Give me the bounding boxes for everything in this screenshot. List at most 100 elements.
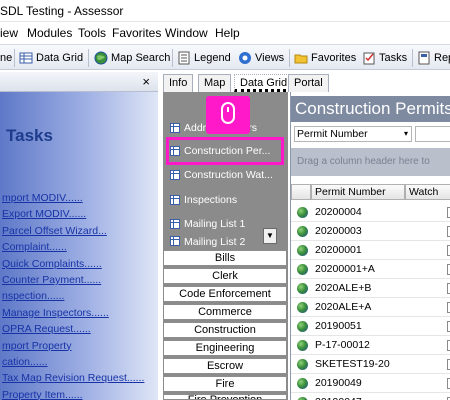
filter-row: Permit Number ▾: [291, 124, 450, 142]
category-bills[interactable]: Bills: [163, 250, 287, 266]
table-row[interactable]: 20200004: [291, 202, 450, 222]
toolbar-legend-button[interactable]: Legend: [177, 49, 231, 67]
grid-icon: [170, 195, 180, 205]
task-link-quick-complaints[interactable]: Quick Complaints......: [0, 258, 158, 274]
list-scroll-down-button[interactable]: ▼: [263, 228, 277, 244]
globe-icon: [297, 302, 308, 313]
toolbar-data-grid-label: Data Grid: [36, 52, 84, 64]
column-header-icon[interactable]: [291, 184, 311, 200]
permit-number: 2020ALE+B: [315, 282, 372, 294]
permit-number: 20200003: [315, 225, 362, 237]
grid-item-label: Construction Wat...: [184, 169, 273, 181]
filter-field-select[interactable]: Permit Number ▾: [294, 126, 412, 142]
globe-icon: [297, 207, 308, 218]
toolbar-separator: [412, 49, 413, 67]
table-row[interactable]: 2020ALE+B: [291, 278, 450, 298]
grid-item-label: Mailing List 1: [184, 218, 246, 230]
toolbar-favorites-label: Favorites: [311, 52, 357, 64]
task-link-counter-payment[interactable]: Counter Payment......: [0, 274, 158, 290]
task-link-import-modiv[interactable]: mport MODIV......: [0, 192, 158, 208]
table-row[interactable]: P-17-00012: [291, 335, 450, 355]
toolbar-home-label: ne: [0, 52, 13, 64]
grid-item-inspections[interactable]: Inspections: [170, 190, 288, 210]
folder-icon: [294, 54, 308, 64]
views-icon: [239, 52, 251, 64]
toolbar-tasks-button[interactable]: Tasks: [362, 49, 407, 67]
task-pane-title: Tasks: [6, 126, 53, 145]
category-engineering[interactable]: Engineering: [163, 340, 287, 356]
tab-map[interactable]: Map: [198, 74, 232, 92]
task-link-parcel-offset-wizard[interactable]: Parcel Offset Wizard...: [0, 225, 158, 241]
task-link-inspection[interactable]: nspection......: [0, 290, 158, 306]
category-commerce[interactable]: Commerce: [163, 304, 287, 320]
category-code-enforcement[interactable]: Code Enforcement: [163, 286, 287, 302]
table-row[interactable]: 20200001+A: [291, 259, 450, 279]
task-link-manage-inspectors[interactable]: Manage Inspectors......: [0, 307, 158, 323]
toolbar: ne Data Grid Map Search Legend Views Fav…: [0, 44, 450, 70]
tasks-icon: [363, 52, 375, 65]
table-row[interactable]: 20190049: [291, 373, 450, 393]
grid-item-construction-watch[interactable]: Construction Wat...: [170, 165, 288, 185]
menu-favorites[interactable]: Favorites: [112, 26, 161, 40]
column-header-permit-number[interactable]: Permit Number: [311, 184, 405, 200]
toolbar-views-button[interactable]: Views: [238, 49, 284, 67]
toolbar-home-button[interactable]: ne: [0, 49, 12, 67]
globe-icon: [297, 264, 308, 275]
category-clerk[interactable]: Clerk: [163, 268, 287, 284]
permit-number: 20190051: [315, 320, 362, 332]
close-icon[interactable]: ×: [142, 74, 150, 89]
task-link-tax-map-revision[interactable]: Tax Map Revision Request......: [0, 372, 158, 388]
menu-modules[interactable]: Modules: [27, 26, 72, 40]
menu-help[interactable]: Help: [215, 26, 240, 40]
filter-field-value: Permit Number: [297, 128, 368, 140]
toolbar-reports-label: Rep: [434, 52, 450, 64]
grid-icon: [170, 170, 180, 180]
task-pane-body: Tasks mport MODIV...... Export MODIV....…: [0, 92, 158, 400]
filter-value-input[interactable]: [415, 126, 450, 142]
table-row[interactable]: 2020ALE+A: [291, 297, 450, 317]
task-link-opra-request[interactable]: OPRA Request......: [0, 323, 158, 339]
group-by-area[interactable]: Drag a column header here to: [291, 148, 450, 176]
task-link-list: mport MODIV...... Export MODIV...... Par…: [0, 192, 158, 400]
construction-permits-panel: Construction Permits Permit Number ▾ Dra…: [290, 92, 450, 400]
toolbar-separator: [14, 49, 15, 67]
permit-number: 20190049: [315, 377, 362, 389]
task-link-export-modiv[interactable]: Export MODIV......: [0, 208, 158, 224]
category-escrow[interactable]: Escrow: [163, 358, 287, 374]
toolbar-separator: [88, 49, 89, 67]
category-construction[interactable]: Construction: [163, 322, 287, 338]
toolbar-favorites-button[interactable]: Favorites: [294, 49, 356, 67]
tab-info[interactable]: Info: [163, 74, 194, 92]
category-fire[interactable]: Fire: [163, 376, 287, 392]
task-link-import-property[interactable]: mport Property: [0, 340, 158, 356]
permit-number: P-17-00012: [315, 339, 370, 351]
grid-icon: [170, 219, 180, 229]
legend-icon: [178, 51, 190, 65]
menu-tools[interactable]: Tools: [78, 26, 106, 40]
menu-window[interactable]: Window: [165, 26, 208, 40]
table-row[interactable]: 20190047: [291, 392, 450, 400]
table-row[interactable]: 20200001: [291, 240, 450, 260]
toolbar-views-label: Views: [255, 52, 285, 64]
title-bar: SDL Testing - Assessor: [0, 0, 450, 22]
column-header-watch[interactable]: Watch: [405, 184, 450, 200]
task-link-property-item[interactable]: Property Item......: [0, 389, 158, 400]
tab-portal[interactable]: Portal: [288, 74, 329, 92]
tab-data-grid[interactable]: Data Grid: [234, 74, 294, 92]
table-row[interactable]: 20190051: [291, 316, 450, 336]
panel-title: Construction Permits: [291, 96, 450, 122]
table-row[interactable]: SKETEST19-20: [291, 354, 450, 374]
menu-view[interactable]: iew: [0, 26, 18, 40]
toolbar-data-grid-button[interactable]: Data Grid: [19, 49, 83, 67]
mouse-icon: [221, 102, 235, 124]
task-link-import-property-location[interactable]: cation......: [0, 356, 158, 372]
grid-item-label: Mailing List 2: [184, 236, 246, 248]
task-link-complaint[interactable]: Complaint......: [0, 241, 158, 257]
grid-item-mailing-list-2[interactable]: Mailing List 2: [170, 236, 260, 248]
click-indicator: [206, 96, 250, 134]
toolbar-reports-button[interactable]: Rep: [417, 49, 450, 67]
toolbar-map-search-button[interactable]: Map Search: [94, 49, 170, 67]
table-row[interactable]: 20200003: [291, 221, 450, 241]
category-fire-prevention[interactable]: Fire Prevention: [163, 394, 287, 400]
globe-icon: [297, 359, 308, 370]
